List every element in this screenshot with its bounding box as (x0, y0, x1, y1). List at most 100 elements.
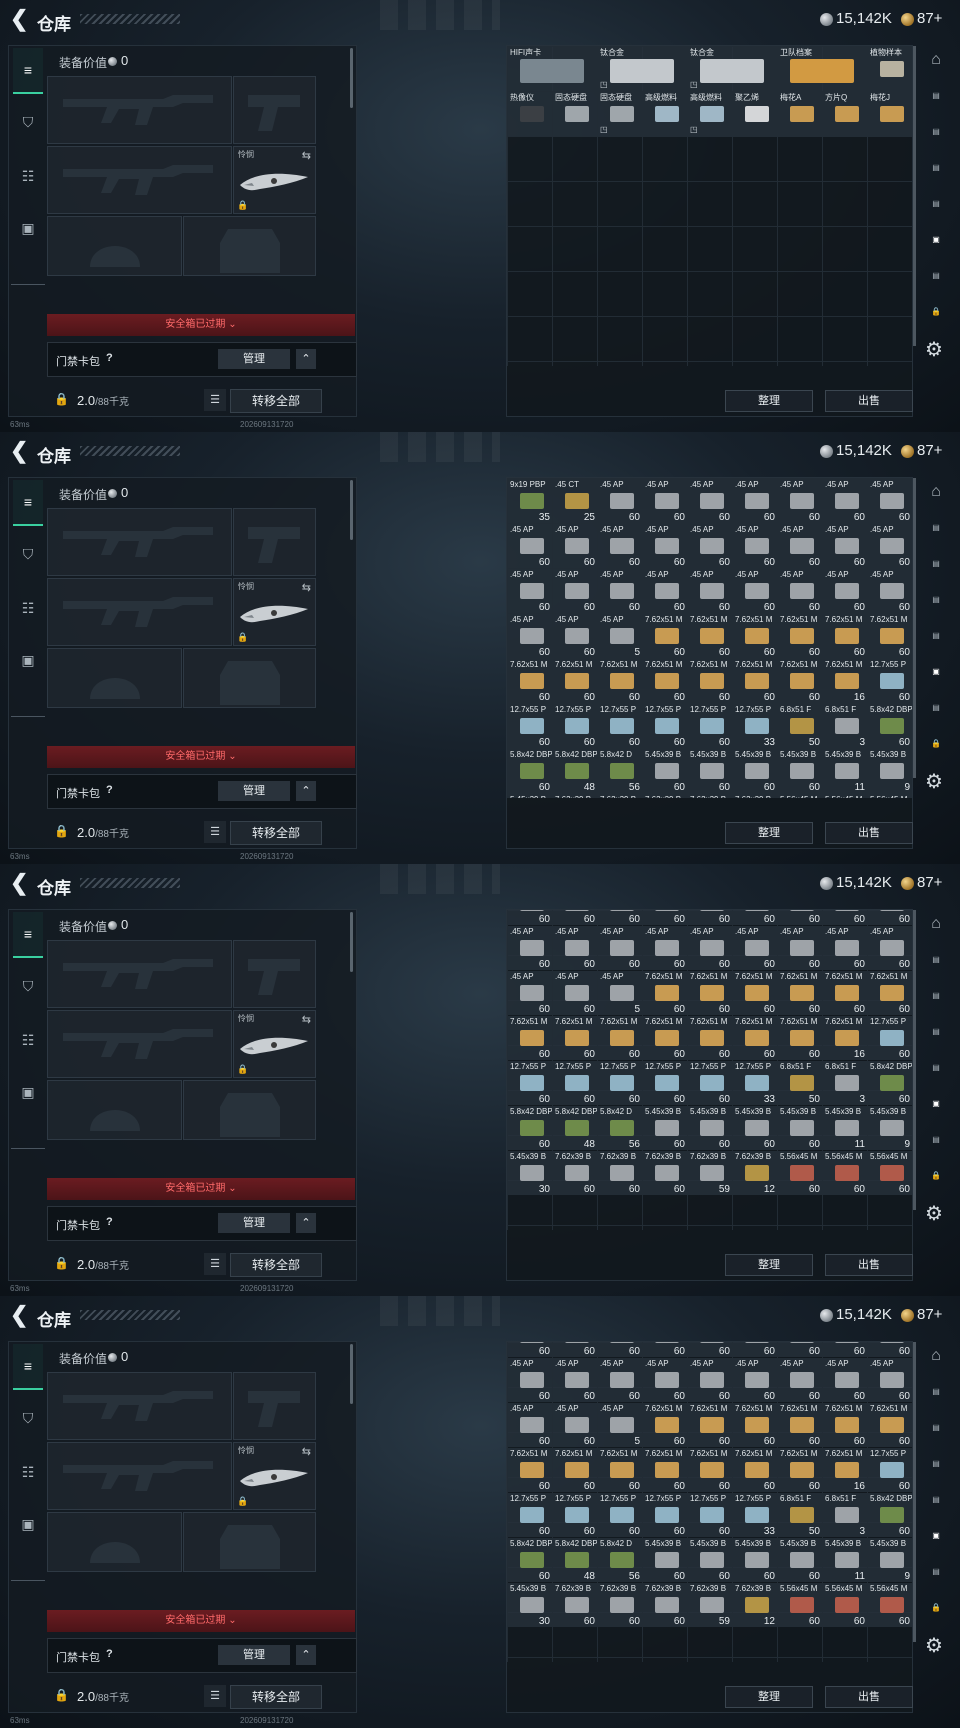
stash-item[interactable]: 7.62x51 M 60 (733, 614, 777, 658)
stash-item[interactable]: 7.62x39 B 59 (688, 1151, 732, 1195)
stash-item[interactable]: 7.62x51 M 60 (868, 1403, 912, 1447)
stash-item[interactable]: 7.62x51 M 60 (688, 1016, 732, 1060)
briefcase-icon[interactable]: ▣ (13, 638, 43, 682)
gold-balance[interactable]: 87+ (917, 10, 942, 27)
stash-item[interactable]: 7.62x51 M 60 (553, 659, 597, 703)
stash-item[interactable]: 60 (688, 1342, 732, 1357)
loadout-scrollbar[interactable] (350, 912, 353, 972)
stash-item[interactable]: 7.62x51 M 60 (778, 1016, 822, 1060)
stash-item[interactable]: 12.7x55 P 60 (643, 1493, 687, 1537)
stash-item[interactable]: 5.8x42 DBP10+P 60 (868, 1493, 912, 1537)
gun-icon[interactable]: ≡ (13, 912, 43, 958)
stash-page-icon[interactable]: ▤ (922, 955, 950, 981)
stash-item[interactable]: .45 AP 60 (733, 524, 777, 568)
stash-item[interactable]: 7.62x51 M 16 (823, 1016, 867, 1060)
stash-item[interactable]: .45 AP 60 (823, 926, 867, 970)
clipboard-icon[interactable]: ☷ (13, 586, 43, 630)
stash-item[interactable]: 7.62x39 B (553, 794, 597, 798)
stash-item[interactable]: 5.45x39 B 9 (868, 1538, 912, 1582)
stash-item[interactable]: .45 AP 60 (688, 479, 732, 523)
stash-item[interactable]: 60 (868, 910, 912, 925)
stash-item[interactable]: 聚乙烯 (733, 92, 777, 136)
stash-page-icon[interactable]: ▤ (922, 1459, 950, 1485)
stash-item[interactable]: 热像仪 (508, 92, 552, 136)
stash-item[interactable]: 5.8x42 DBP10+P 60 (508, 1538, 552, 1582)
stash-item[interactable]: .45 AP 60 (688, 926, 732, 970)
stash-item[interactable]: 7.62x51 M 60 (688, 971, 732, 1015)
back-arrow-icon[interactable]: ❮ (10, 1304, 32, 1327)
stash-item[interactable]: 5.45x39 B 60 (688, 1538, 732, 1582)
armor-icon[interactable]: ⛉ (13, 964, 43, 1008)
stash-item[interactable]: 7.62x51 M 60 (508, 1448, 552, 1492)
transfer-all-button[interactable]: 转移全部 (230, 1685, 322, 1709)
stash-item[interactable]: 5.8x42 DBP10+P 60 (868, 704, 912, 748)
stash-item[interactable]: 6.8x51 F 3 (823, 704, 867, 748)
stash-item[interactable]: 高级燃料 (643, 92, 687, 136)
stash-item[interactable]: .45 AP 60 (643, 926, 687, 970)
armor-slot[interactable] (183, 1512, 316, 1572)
gold-balance[interactable]: 87+ (917, 874, 942, 891)
home-icon[interactable]: ⌂ (922, 52, 950, 81)
sort-button[interactable]: 整理 (725, 822, 813, 844)
stash-scrollbar[interactable] (913, 910, 916, 1210)
stash-page-icon[interactable]: ▤ (922, 127, 950, 153)
stash-item[interactable]: 12.7x55 P 60 (688, 1061, 732, 1105)
stash-page-active-icon[interactable]: ▣ (922, 235, 950, 261)
stash-item[interactable]: 7.62x51 M 60 (688, 659, 732, 703)
stash-item[interactable]: 7.62x39 B 60 (553, 1583, 597, 1627)
stash-item[interactable]: .45 AP 60 (733, 926, 777, 970)
stash-item[interactable]: 12.7x55 P 60 (508, 1061, 552, 1105)
primary-weapon-slot[interactable] (47, 76, 232, 144)
stash-item[interactable]: 12.7x55 P 60 (553, 704, 597, 748)
stash-item[interactable]: .45 AP 60 (598, 926, 642, 970)
helmet-slot[interactable] (47, 216, 182, 276)
stash-page-active-icon[interactable]: ▣ (922, 1531, 950, 1557)
manage-button[interactable]: 管理 (218, 1645, 290, 1665)
stash-item[interactable]: 60 (868, 1342, 912, 1357)
stash-item[interactable]: .45 AP 60 (733, 1358, 777, 1402)
list-icon[interactable]: ☰ (204, 821, 226, 843)
stash-item[interactable]: 7.62x39 B 60 (643, 1583, 687, 1627)
stash-scrollbar[interactable] (913, 478, 916, 778)
stash-item[interactable]: 60 (733, 910, 777, 925)
lock-icon[interactable]: 🔒 (922, 1171, 950, 1197)
lock-icon[interactable]: 🔒 (922, 307, 950, 333)
stash-item[interactable]: .45 AP 60 (553, 614, 597, 658)
gear-icon[interactable]: ⚙ (925, 1201, 943, 1226)
stash-page-icon[interactable]: ▤ (922, 1495, 950, 1521)
armor-slot[interactable] (183, 1080, 316, 1140)
pistol-slot[interactable] (233, 76, 316, 144)
stash-item[interactable]: 12.7x55 P 60 (598, 704, 642, 748)
stash-item[interactable]: .45 AP 60 (553, 971, 597, 1015)
stash-page-icon[interactable]: ▤ (922, 1567, 950, 1593)
stash-page-icon[interactable]: ▤ (922, 631, 950, 657)
stash-item[interactable]: 5.45x39 B 60 (778, 1538, 822, 1582)
stash-item[interactable]: 7.62x51 M 60 (733, 659, 777, 703)
stash-item[interactable]: 7.62x51 M 60 (598, 1016, 642, 1060)
manage-button[interactable]: 管理 (218, 781, 290, 801)
stash-item[interactable]: 6.8x51 F 50 (778, 1061, 822, 1105)
stash-item[interactable]: .45 AP 60 (688, 569, 732, 613)
stash-item[interactable]: 7.62x51 M 60 (553, 1448, 597, 1492)
melee-slot[interactable]: 怜悯 ⇆ 🔒 (233, 578, 316, 646)
stash-item[interactable]: .45 AP 60 (823, 524, 867, 568)
list-icon[interactable]: ☰ (204, 1685, 226, 1707)
safebox-expired-banner[interactable]: 安全箱已过期 ⌄ (47, 1178, 355, 1200)
stash-item[interactable]: 5.8x42 DBP10+P 48 (553, 1106, 597, 1150)
stash-item[interactable]: 7.62x51 M 60 (733, 971, 777, 1015)
stash-item[interactable]: 60 (643, 1342, 687, 1357)
stash-page-active-icon[interactable]: ▣ (922, 667, 950, 693)
help-icon[interactable]: ? (106, 784, 113, 796)
list-icon[interactable]: ☰ (204, 389, 226, 411)
briefcase-icon[interactable]: ▣ (13, 1070, 43, 1114)
stash-item[interactable]: 60 (598, 1342, 642, 1357)
stash-item[interactable]: 5.8x42 D 56 (598, 749, 642, 793)
stash-item[interactable]: 7.62x39 B 60 (643, 1151, 687, 1195)
pistol-slot[interactable] (233, 508, 316, 576)
pistol-slot[interactable] (233, 940, 316, 1008)
back-arrow-icon[interactable]: ❮ (10, 440, 32, 463)
chevron-up-icon[interactable]: ⌃ (296, 349, 316, 369)
stash-item[interactable]: 7.62x51 M 60 (778, 659, 822, 703)
stash-item[interactable]: 固态硬盘 ◳ (598, 92, 642, 136)
gear-icon[interactable]: ⚙ (925, 769, 943, 794)
